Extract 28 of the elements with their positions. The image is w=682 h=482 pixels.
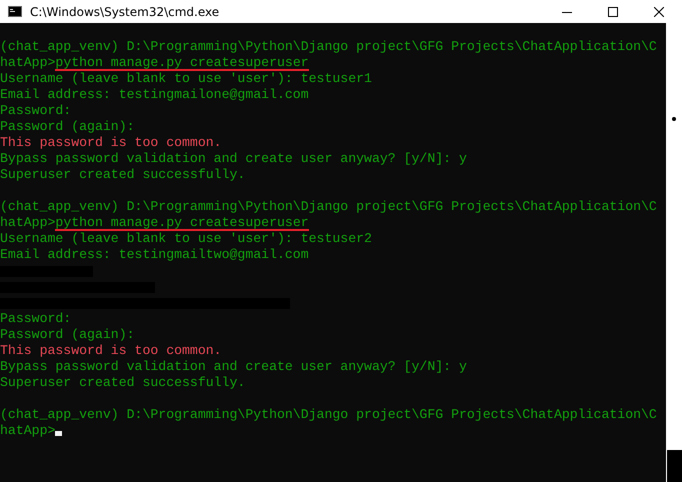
maximize-icon [608,6,618,16]
console-line: Password: [0,311,72,327]
console-line: Password (again): [0,119,135,135]
window-title: C:\Windows\System32\cmd.exe [30,4,220,18]
console-line: Password (again): [0,327,135,343]
console-line: Username (leave blank to use 'user'): testuser1 [0,71,372,87]
console-line: hatApp> [0,55,56,71]
close-icon [654,6,664,16]
console-line: Superuser created successfully. [0,167,246,183]
console-line: Email address: testingmailtwo@gmail.com [0,247,309,263]
dot-mark [672,117,676,121]
underlined-command: python manage.py createsuperuser [55,216,309,230]
console-line: This password is too common. [0,135,222,151]
underlined-command: python manage.py createsuperuser [55,56,309,70]
text-cursor [55,431,62,436]
console-line: Password: [0,103,72,119]
console-line: This password is too common. [0,343,222,359]
console-line: (chat_app_venv) D:\Programming\Python\Django project\GFG Projects\ChatApplication\C [0,407,657,423]
console-line: Bypass password validation and create user anyway? [y/N]: y [0,359,467,375]
console-line: (chat_app_venv) D:\Programming\Python\Django project\GFG Projects\ChatApplication\C [0,39,657,55]
console-line: Username (leave blank to use 'user'): testuser2 [0,231,372,247]
console-line: (chat_app_venv) D:\Programming\Python\Django project\GFG Projects\ChatApplication\C [0,199,657,215]
console-icon [8,6,22,17]
console-line: Bypass password validation and create user anyway? [y/N]: y [0,151,467,167]
console-line: hatApp> [0,215,56,231]
console-line: Superuser created successfully. [0,375,246,391]
console-line: Email address: testingmailone@gmail.com [0,87,309,103]
console-line: hatApp> [0,423,56,439]
